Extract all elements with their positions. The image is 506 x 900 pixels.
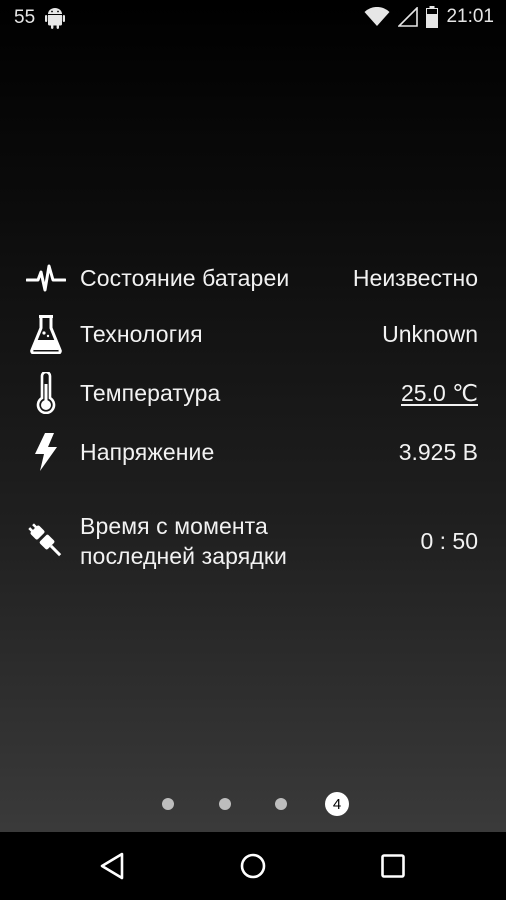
time-since-charge-label-line1: Время с момента [80, 513, 268, 539]
lightning-icon [24, 430, 68, 474]
page-dot-3[interactable] [275, 798, 287, 810]
clock: 21:01 [446, 6, 494, 27]
row-temperature: Температура 25.0 ℃ [0, 362, 506, 424]
battery-info-screen: 55 21:01 Состояние батареи Неизвестно Те… [0, 0, 506, 900]
battery-icon [426, 6, 439, 28]
home-button[interactable] [233, 846, 273, 886]
temperature-value[interactable]: 25.0 ℃ [401, 380, 478, 407]
time-since-charge-label-line2: последней зарядки [80, 543, 287, 569]
recents-icon [381, 854, 405, 878]
navigation-bar [0, 832, 506, 900]
plug-icon [24, 519, 68, 563]
battery-info-list: Состояние батареи Неизвестно Технология … [0, 250, 506, 586]
status-right: 21:01 [364, 6, 494, 28]
page-dot-1[interactable] [162, 798, 174, 810]
row-time-since-charge: Время с момента последней зарядки 0 : 50 [0, 496, 506, 586]
status-left: 55 [14, 7, 66, 29]
back-icon [100, 852, 124, 880]
wifi-icon [364, 7, 390, 27]
flask-icon [24, 312, 68, 356]
row-voltage: Напряжение 3.925 В [0, 424, 506, 480]
technology-value: Unknown [382, 320, 478, 347]
page-dot-2[interactable] [219, 798, 231, 810]
notification-count: 55 [14, 7, 36, 28]
technology-label: Технология [80, 320, 203, 347]
recents-button[interactable] [373, 846, 413, 886]
back-button[interactable] [92, 846, 132, 886]
page-indicator: 4 [0, 792, 506, 816]
page-dot-current[interactable]: 4 [325, 792, 349, 816]
temperature-label: Температура [80, 379, 221, 406]
signal-icon [398, 7, 419, 27]
battery-health-value: Неизвестно [352, 264, 478, 291]
home-icon [240, 853, 266, 879]
thermometer-icon [24, 371, 68, 415]
voltage-value: 3.925 В [398, 438, 478, 465]
battery-health-label: Состояние батареи [80, 264, 290, 291]
row-battery-health: Состояние батареи Неизвестно [0, 250, 506, 306]
time-since-charge-label: Время с момента последней зарядки [80, 511, 360, 571]
pulse-icon [24, 256, 68, 300]
status-bar: 55 21:01 [0, 0, 506, 36]
voltage-label: Напряжение [80, 438, 215, 465]
time-since-charge-value: 0 : 50 [420, 527, 478, 554]
android-icon [45, 7, 66, 29]
row-technology: Технология Unknown [0, 306, 506, 362]
